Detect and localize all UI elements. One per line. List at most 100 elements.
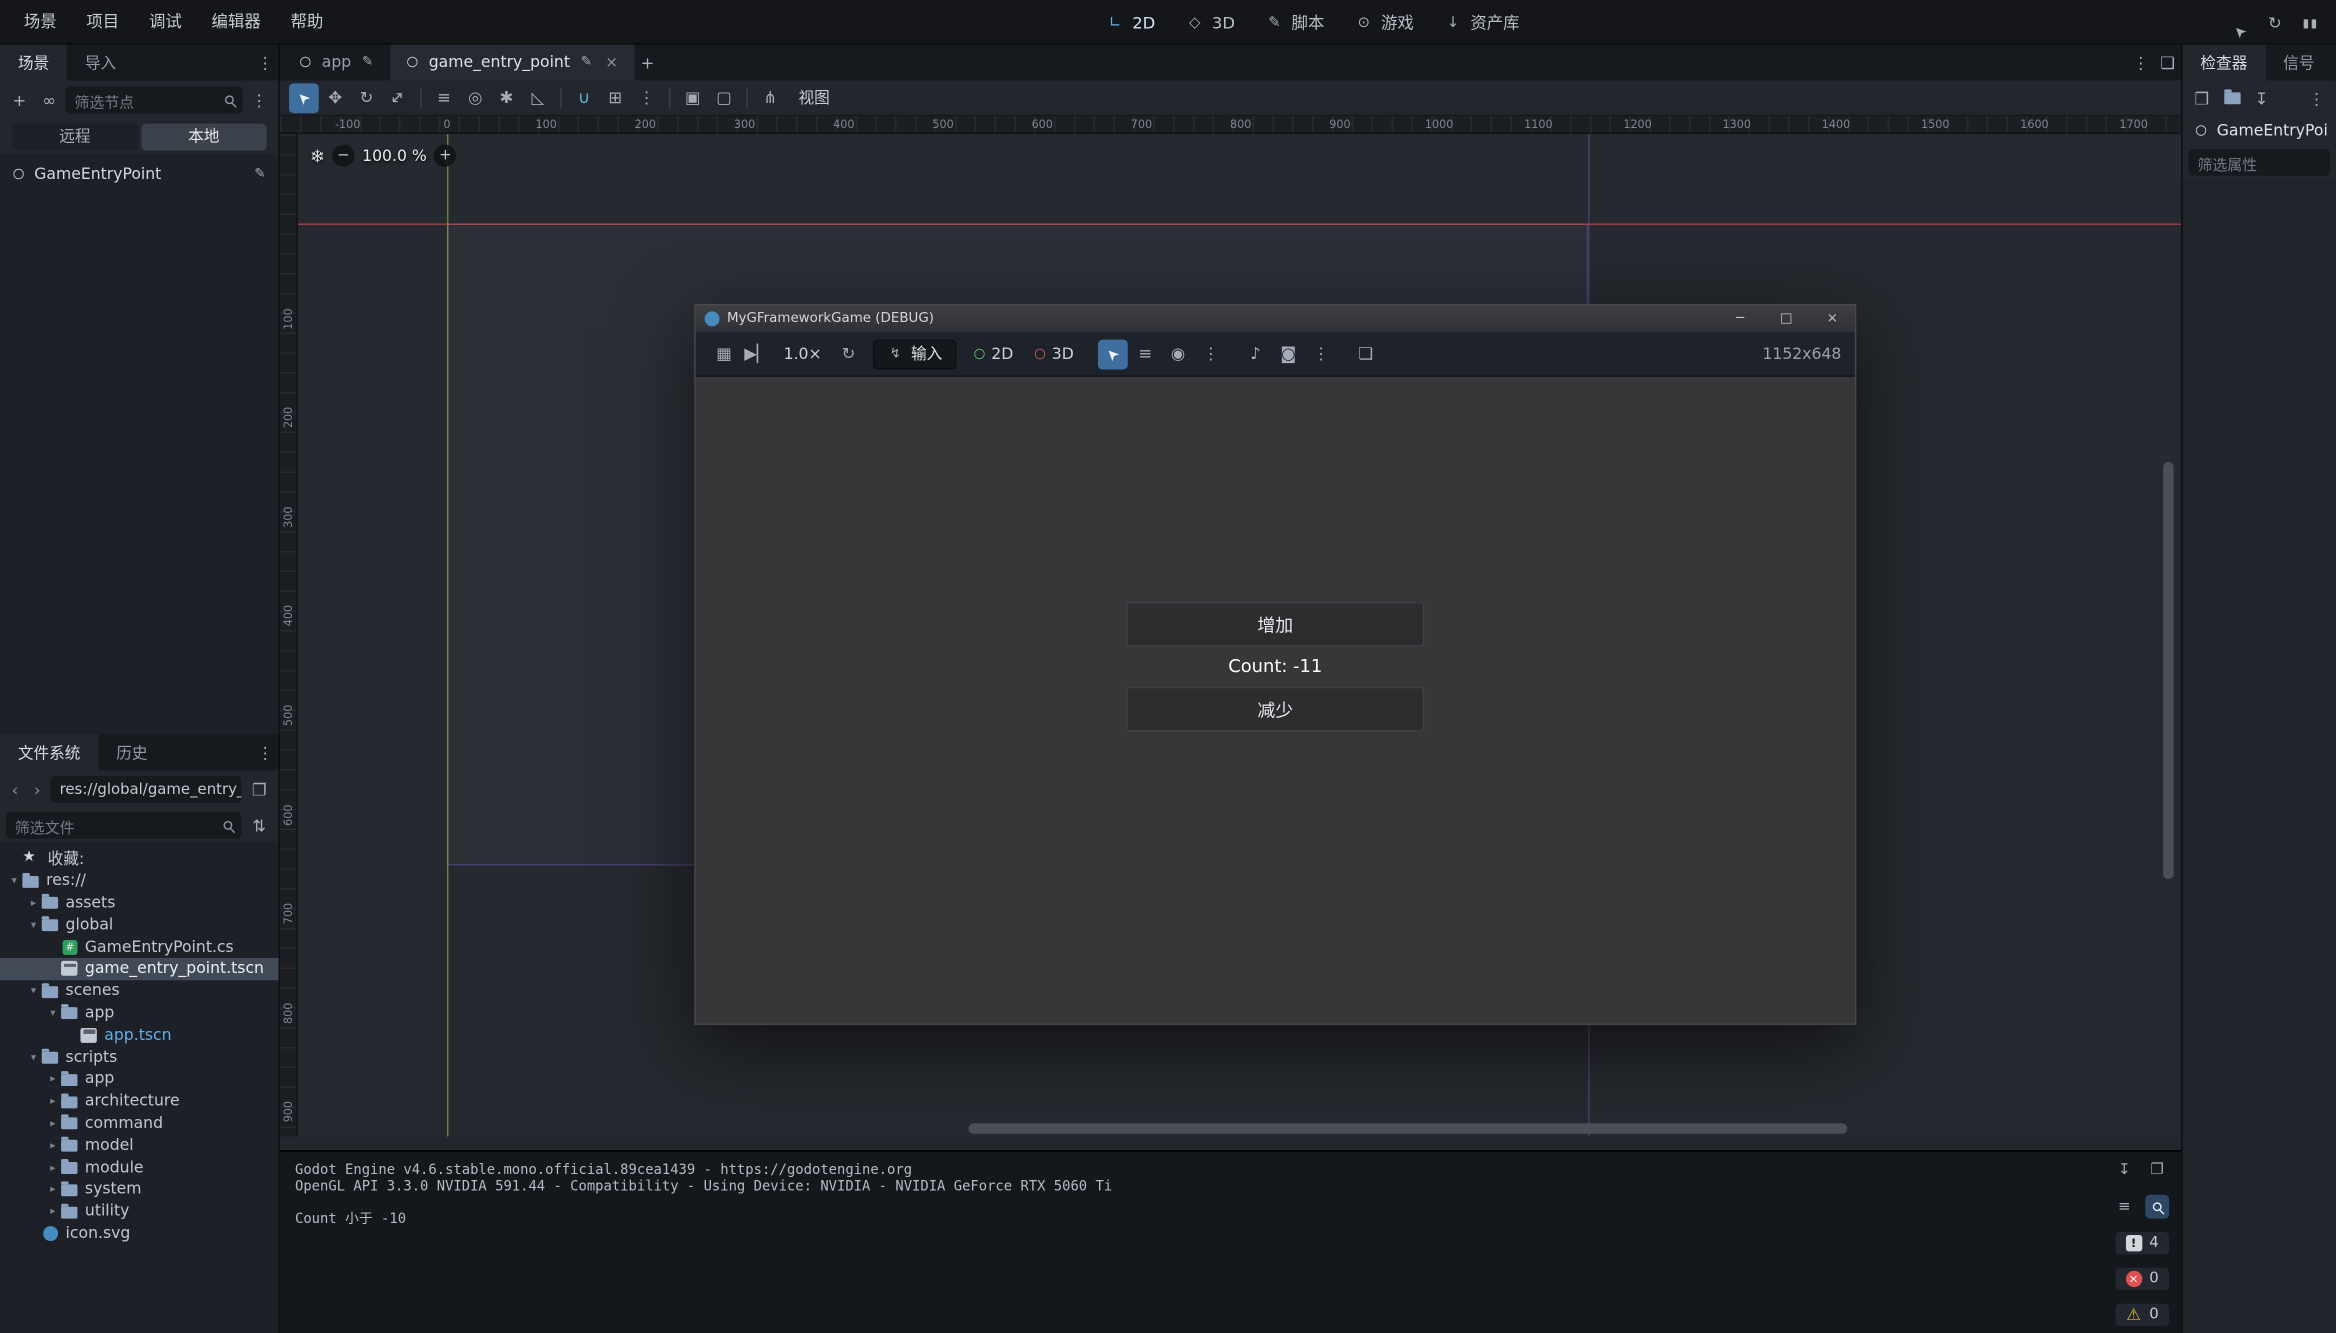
add-node-icon[interactable]: +: [6, 86, 33, 113]
zoom-level[interactable]: 100.0 %: [362, 147, 427, 165]
log-filter-icon[interactable]: ≡: [2113, 1195, 2137, 1219]
property-filter-input[interactable]: 筛选属性: [2189, 149, 2331, 176]
fs-item-model[interactable]: ▸model: [0, 1134, 279, 1156]
restart-game-icon[interactable]: ↻: [834, 339, 864, 369]
message-count-badge[interactable]: !4: [2115, 1232, 2169, 1254]
tab-scene[interactable]: 场景: [0, 45, 67, 81]
pause-icon[interactable]: ▮▮: [2297, 9, 2324, 36]
tree-closed-arrow-icon[interactable]: ▸: [25, 897, 41, 909]
debug-2d-button[interactable]: ○ 2D: [965, 339, 1023, 369]
fs-item-module[interactable]: ▸module: [0, 1156, 279, 1178]
new-resource-icon[interactable]: ❒: [2189, 85, 2216, 112]
load-resource-icon[interactable]: [2218, 85, 2245, 112]
tab-signals[interactable]: 信号: [2265, 45, 2332, 81]
error-count-badge[interactable]: ×0: [2115, 1268, 2169, 1290]
close-tab-icon[interactable]: ×: [603, 54, 621, 72]
maximize-icon[interactable]: □: [1767, 305, 1806, 332]
scale-tool[interactable]: ↔: [383, 83, 413, 113]
copy-log-icon[interactable]: ❐: [2145, 1158, 2169, 1182]
tree-closed-arrow-icon[interactable]: ▸: [45, 1205, 61, 1217]
warning-count-badge[interactable]: ⚠0: [2115, 1304, 2169, 1326]
tree-closed-arrow-icon[interactable]: ▸: [45, 1117, 61, 1129]
tree-closed-arrow-icon[interactable]: ▸: [45, 1073, 61, 1085]
pointer-mode-icon[interactable]: ➤: [2220, 3, 2258, 41]
refresh-icon[interactable]: ↻: [2262, 9, 2289, 36]
fs-item-[interactable]: ★收藏:: [0, 848, 279, 870]
zoom-out-button[interactable]: −: [332, 145, 354, 167]
ruler-tool[interactable]: ◺: [523, 83, 553, 113]
fs-item-game_entry_point.tscn[interactable]: game_entry_point.tscn: [0, 958, 279, 980]
input-toggle-button[interactable]: ↯ 输入: [872, 339, 955, 369]
fs-path-field[interactable]: res://global/game_entry_p: [51, 776, 242, 803]
menu-editor[interactable]: 编辑器: [197, 0, 276, 44]
remote-button[interactable]: 远程: [12, 124, 138, 151]
camera-override-icon[interactable]: ◙: [1273, 339, 1303, 369]
fs-sort-icon[interactable]: ⇅: [246, 812, 273, 839]
fs-item-app[interactable]: ▸app: [0, 1068, 279, 1090]
lock-object-icon[interactable]: ▣: [678, 83, 708, 113]
menu-debug[interactable]: 调试: [134, 0, 197, 44]
workspace-script[interactable]: ✎脚本: [1251, 0, 1337, 45]
view-menu[interactable]: 视图: [787, 86, 842, 108]
embed-fullscreen-icon[interactable]: ❏: [1351, 339, 1381, 369]
scene-dock-menu-icon[interactable]: ⋮: [252, 49, 279, 76]
fs-item-scenes[interactable]: ▾scenes: [0, 980, 279, 1002]
scene-node-gameentrypoint[interactable]: ○ GameEntryPoint ✎: [0, 161, 279, 188]
close-icon[interactable]: ×: [1813, 305, 1852, 332]
tab-history[interactable]: 历史: [98, 734, 165, 770]
new-scene-tab-icon[interactable]: +: [634, 49, 661, 76]
scene-tab-app[interactable]: ○ app ✎: [283, 45, 390, 81]
grid-snap-icon[interactable]: ⊞: [600, 83, 630, 113]
split-view-icon[interactable]: ❐: [246, 776, 273, 803]
tab-list-menu-icon[interactable]: ⋮: [2127, 49, 2154, 76]
fs-item-scripts[interactable]: ▾scripts: [0, 1046, 279, 1068]
smart-snap-icon[interactable]: ∪: [569, 83, 599, 113]
fs-item-res[interactable]: ▾res://: [0, 870, 279, 892]
group-object-icon[interactable]: ▢: [709, 83, 739, 113]
speed-label[interactable]: 1.0×: [775, 345, 831, 363]
snap-options-icon[interactable]: ⋮: [632, 83, 662, 113]
tab-inspector[interactable]: 检查器: [2183, 45, 2266, 81]
fs-menu-icon[interactable]: ⋮: [252, 739, 279, 766]
tree-open-arrow-icon[interactable]: ▾: [25, 1051, 41, 1063]
tree-open-arrow-icon[interactable]: ▾: [25, 919, 41, 931]
fs-item-icon.svg[interactable]: icon.svg: [0, 1222, 279, 1244]
rotate-tool[interactable]: ↻: [352, 83, 382, 113]
fs-item-command[interactable]: ▸command: [0, 1112, 279, 1134]
move-tool[interactable]: ✥: [320, 83, 350, 113]
file-filter-input[interactable]: 筛选文件: [6, 812, 241, 839]
inspector-menu-icon[interactable]: ⋮: [2303, 85, 2330, 112]
fs-item-app[interactable]: ▾app: [0, 1002, 279, 1024]
next-frame-icon[interactable]: ▶▏: [742, 339, 772, 369]
workspace-2d[interactable]: ∟2D: [1092, 0, 1169, 45]
log-search-icon[interactable]: [2145, 1195, 2169, 1219]
tree-open-arrow-icon[interactable]: ▾: [6, 875, 22, 887]
increase-button[interactable]: 增加: [1126, 602, 1424, 647]
mute-audio-icon[interactable]: ♪: [1241, 339, 1271, 369]
fs-item-global[interactable]: ▾global: [0, 914, 279, 936]
game-window-titlebar[interactable]: MyGFrameworkGame (DEBUG) ─ □ ×: [696, 305, 1855, 332]
workspace-3d[interactable]: ◇3D: [1172, 0, 1249, 45]
scene-tab-game-entry-point[interactable]: ○ game_entry_point ✎ ×: [390, 45, 634, 81]
fs-item-assets[interactable]: ▸assets: [0, 892, 279, 914]
fs-item-GameEntryPoint.cs[interactable]: #GameEntryPoint.cs: [0, 936, 279, 958]
scene-tree-menu-icon[interactable]: ⋮: [246, 86, 273, 113]
tree-closed-arrow-icon[interactable]: ▸: [45, 1183, 61, 1195]
fs-item-architecture[interactable]: ▸architecture: [0, 1090, 279, 1112]
tree-open-arrow-icon[interactable]: ▾: [45, 1007, 61, 1019]
game-visibility-icon[interactable]: ◉: [1163, 339, 1193, 369]
skeleton-options-icon[interactable]: ⋔: [755, 83, 785, 113]
tree-closed-arrow-icon[interactable]: ▸: [45, 1139, 61, 1151]
canvas-horizontal-scrollbar[interactable]: [968, 1123, 1847, 1133]
canvas-vertical-scrollbar[interactable]: [2163, 462, 2173, 879]
decrease-button[interactable]: 减少: [1126, 687, 1424, 732]
script-icon[interactable]: ✎: [359, 54, 377, 72]
workspace-assetlib[interactable]: ↓资产库: [1430, 0, 1533, 45]
local-button[interactable]: 本地: [141, 124, 267, 151]
save-log-icon[interactable]: ↧: [2113, 1158, 2137, 1182]
selection-list-tool[interactable]: ≡: [429, 83, 459, 113]
fs-item-app.tscn[interactable]: app.tscn: [0, 1024, 279, 1046]
game-select-tool[interactable]: ➤: [1098, 339, 1128, 369]
save-resource-icon[interactable]: ↧: [2248, 85, 2275, 112]
minimize-icon[interactable]: ─: [1721, 305, 1760, 332]
